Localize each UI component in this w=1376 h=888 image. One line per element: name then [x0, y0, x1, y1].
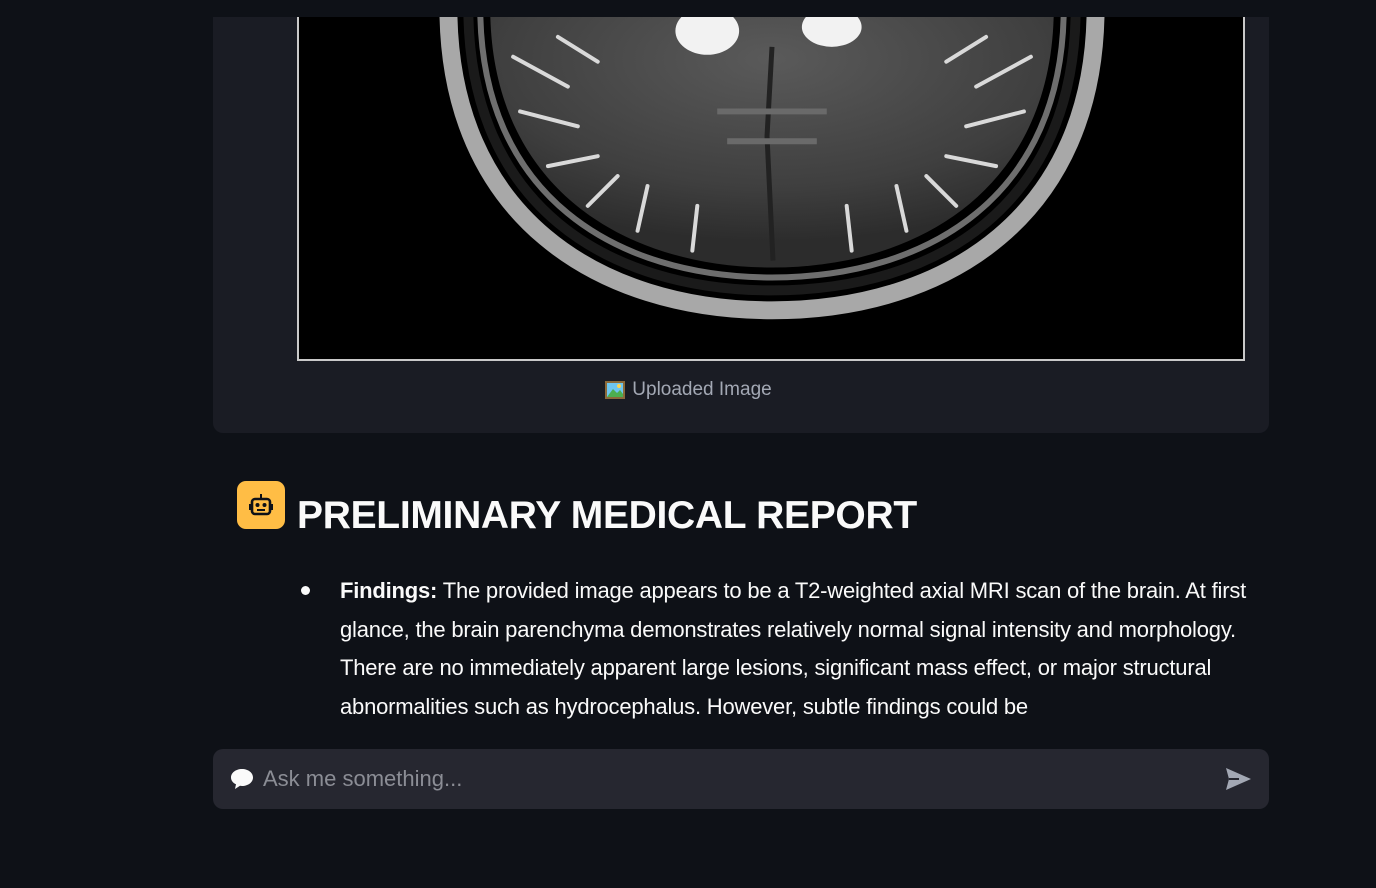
caption-text: Uploaded Image: [632, 379, 772, 400]
framed-picture-icon: [604, 380, 626, 400]
findings-text: The provided image appears to be a T2-we…: [340, 578, 1247, 719]
report-title: PRELIMINARY MEDICAL REPORT: [297, 494, 917, 537]
app-page: Uploaded Image PRELIMINARY MEDICAL REPOR…: [0, 0, 1376, 888]
findings-label: Findings:: [340, 578, 438, 603]
chat-message-input[interactable]: [263, 762, 1193, 796]
list-bullet: [301, 586, 310, 595]
send-button[interactable]: [1222, 764, 1254, 794]
assistant-avatar: [237, 481, 285, 529]
top-scroll-edge: [0, 0, 1376, 17]
image-caption: Uploaded Image: [0, 376, 1376, 404]
speech-bubble-icon: [231, 769, 253, 789]
send-arrow-icon: [1226, 768, 1251, 790]
findings-paragraph: Findings: The provided image appears to …: [340, 572, 1270, 726]
mri-scan-image: [297, 17, 1245, 361]
robot-icon: [249, 494, 273, 516]
